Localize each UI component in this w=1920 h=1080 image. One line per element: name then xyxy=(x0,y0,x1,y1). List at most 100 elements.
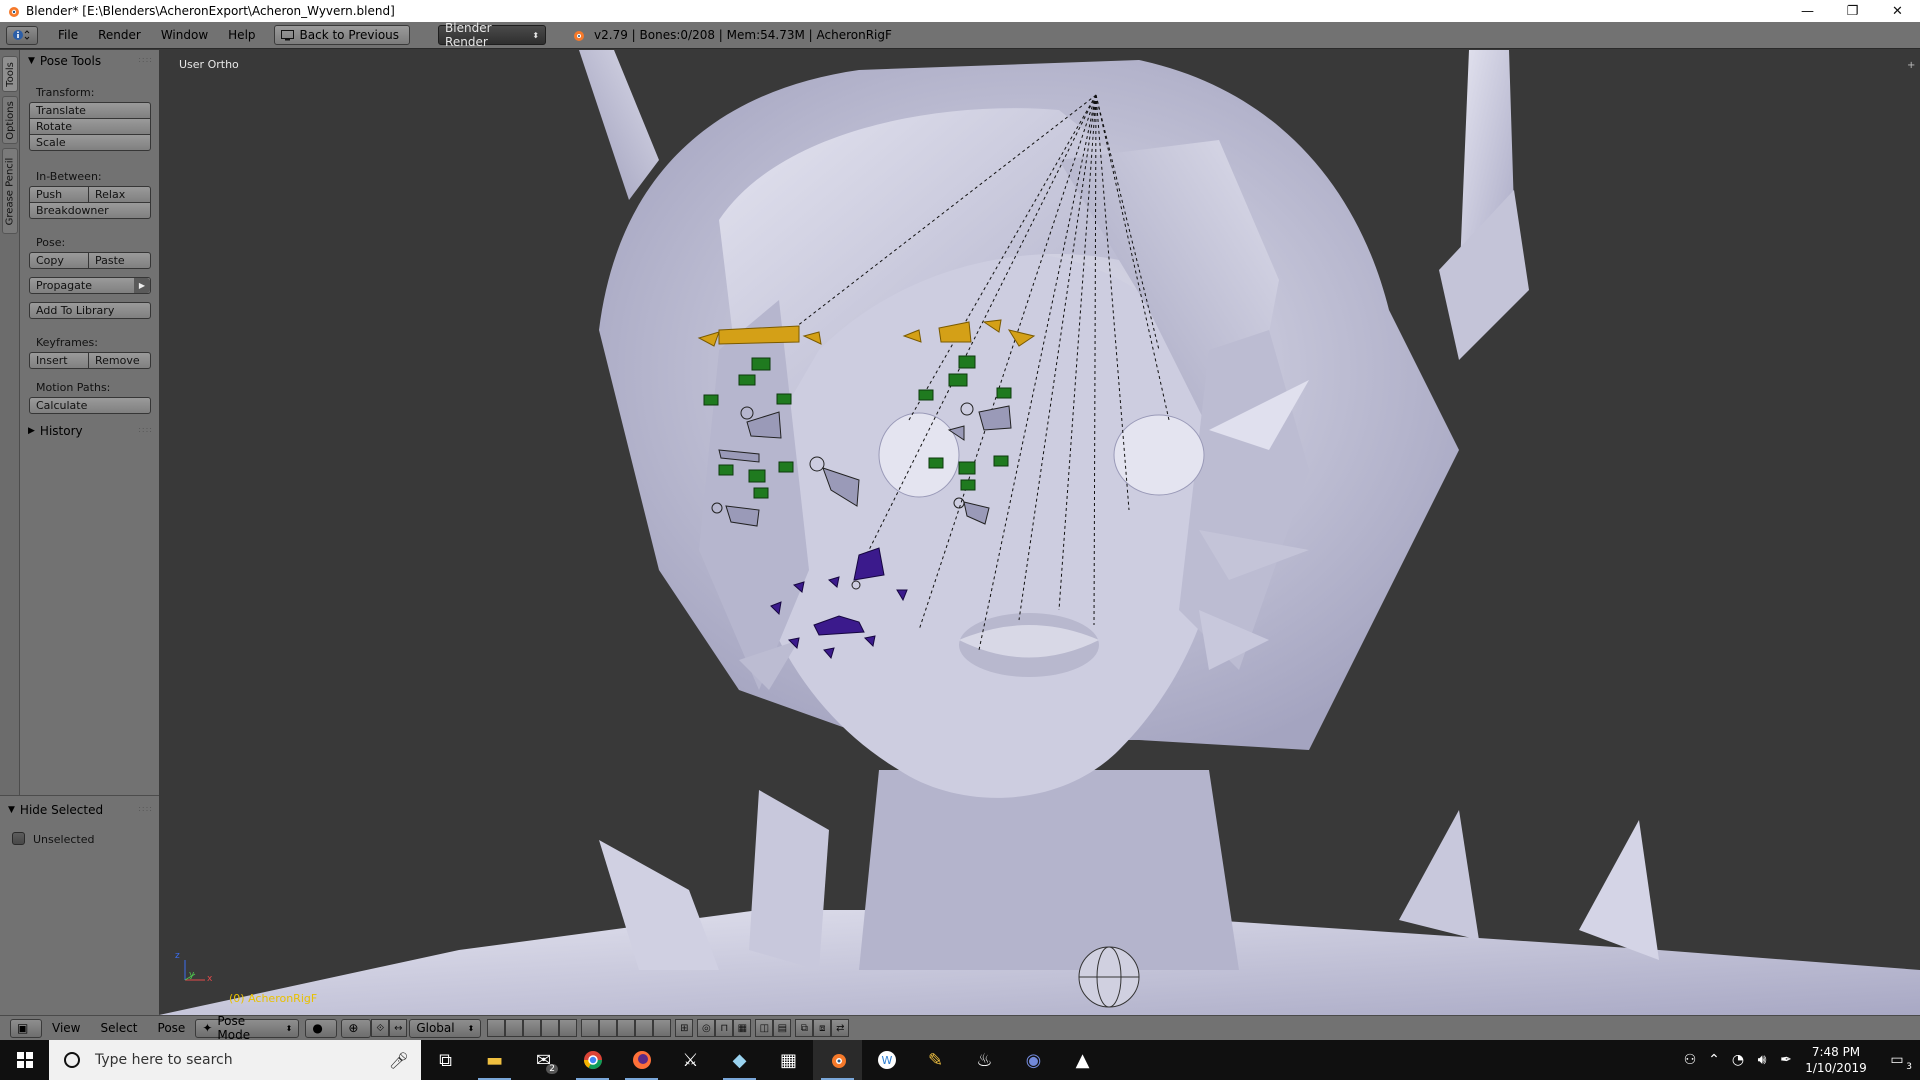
taskbar-search-box[interactable]: Type here to search 🎤︎ xyxy=(49,1040,421,1080)
view-name-label: User Ortho xyxy=(179,58,239,71)
tab-options[interactable]: Options xyxy=(2,96,18,144)
propagate-menu-icon[interactable]: ▶ xyxy=(134,278,150,293)
layer-buttons xyxy=(487,1019,672,1037)
task-view-icon[interactable]: ⧉ xyxy=(421,1040,470,1080)
hide-selected-header[interactable]: ▼ Hide Selected :::: xyxy=(0,800,159,820)
maximize-button[interactable]: ❐ xyxy=(1830,0,1875,22)
breakdowner-button[interactable]: Breakdowner xyxy=(29,202,151,219)
pose-paste-icon[interactable]: ⧈ xyxy=(813,1019,832,1037)
discord-icon[interactable]: ◉ xyxy=(1009,1040,1058,1080)
network-icon[interactable]: ◔ xyxy=(1726,1040,1750,1080)
layer-button[interactable] xyxy=(559,1019,578,1037)
layer-button[interactable] xyxy=(541,1019,560,1037)
show-hidden-icons-icon[interactable]: ⌃ xyxy=(1702,1040,1726,1080)
chrome-icon[interactable] xyxy=(568,1040,617,1080)
rotate-button[interactable]: Rotate xyxy=(29,118,151,135)
layer-button[interactable] xyxy=(505,1019,524,1037)
photos-icon[interactable]: ▲ xyxy=(1058,1040,1107,1080)
clock[interactable]: 7:48 PM 1/10/2019 xyxy=(1798,1044,1874,1076)
add-to-library-button[interactable]: Add To Library xyxy=(29,302,151,319)
blender-taskbar-icon[interactable] xyxy=(813,1040,862,1080)
menu-window[interactable]: Window xyxy=(151,28,218,42)
panel-grip-icon[interactable]: :::: xyxy=(138,425,153,434)
snap-element-icon[interactable]: ▦ xyxy=(733,1019,752,1037)
mail-icon[interactable]: ✉ 2 xyxy=(519,1040,568,1080)
paint-tool-icon[interactable]: ✎ xyxy=(911,1040,960,1080)
file-explorer-icon[interactable]: ▬ xyxy=(470,1040,519,1080)
relax-button[interactable]: Relax xyxy=(88,186,151,203)
menu-file[interactable]: File xyxy=(48,28,88,42)
pose-tools-title: Pose Tools xyxy=(39,54,102,68)
transform-manipulator-icon[interactable]: ↔ xyxy=(389,1019,408,1037)
lock-camera-icon[interactable]: ⊞ xyxy=(675,1019,694,1037)
editor-type-dropdown[interactable]: ▣ xyxy=(10,1018,42,1038)
transform-orientation-dropdown[interactable]: Global ⬍ xyxy=(409,1018,482,1038)
render-preview-icon[interactable]: ◫ xyxy=(755,1019,774,1037)
game-app-icon[interactable]: ⚔ xyxy=(666,1040,715,1080)
history-panel-header[interactable]: ▶ History :::: xyxy=(20,421,159,441)
microphone-icon[interactable]: 🎤︎ xyxy=(389,1051,409,1070)
back-to-previous-button[interactable]: Back to Previous xyxy=(273,25,411,45)
render-animation-icon[interactable]: ▤ xyxy=(773,1019,792,1037)
menu-pose[interactable]: Pose xyxy=(158,1021,186,1035)
system-tray: ⚇ ⌃ ◔ 🔊︎ ✒ 7:48 PM 1/10/2019 ▭ 3 xyxy=(1678,1040,1920,1080)
editor-type-button[interactable] xyxy=(6,25,38,45)
push-button[interactable]: Push xyxy=(29,186,89,203)
proportional-edit-icon[interactable]: ◎ xyxy=(697,1019,716,1037)
layer-button[interactable] xyxy=(581,1019,600,1037)
3d-viewport[interactable]: User Ortho z y x (0) AcheronRigF + xyxy=(159,50,1920,1015)
panel-grip-icon[interactable]: :::: xyxy=(138,55,153,64)
start-button[interactable] xyxy=(0,1040,49,1080)
steam-icon[interactable]: ♨ xyxy=(960,1040,1009,1080)
firefox-icon[interactable] xyxy=(617,1040,666,1080)
layer-button[interactable] xyxy=(617,1019,636,1037)
wacom-icon[interactable]: W xyxy=(862,1040,911,1080)
blender-small-icon xyxy=(574,31,585,41)
sketch-app-icon[interactable]: ◆ xyxy=(715,1040,764,1080)
layer-button[interactable] xyxy=(635,1019,654,1037)
scale-button[interactable]: Scale xyxy=(29,134,151,151)
cortana-circle-icon xyxy=(64,1052,80,1068)
pivot-point-dropdown[interactable]: ⊕ xyxy=(341,1018,372,1038)
tab-grease-pencil[interactable]: Grease Pencil xyxy=(2,148,18,234)
remove-keyframe-button[interactable]: Remove xyxy=(88,352,151,369)
render-engine-dropdown[interactable]: Blender Render ⬍ xyxy=(438,21,547,49)
menu-render[interactable]: Render xyxy=(88,28,151,42)
calculator-icon[interactable]: ▦ xyxy=(764,1040,813,1080)
info-header: File Render Window Help Back to Previous… xyxy=(0,21,1920,49)
pose-tools-panel-header[interactable]: ▼ Pose Tools :::: xyxy=(20,51,159,71)
panel-grip-icon[interactable]: :::: xyxy=(138,804,153,813)
mode-dropdown[interactable]: ✦ Pose Mode ⬍ xyxy=(195,1014,300,1042)
layer-button[interactable] xyxy=(599,1019,618,1037)
translate-button[interactable]: Translate xyxy=(29,102,151,119)
layer-button[interactable] xyxy=(487,1019,506,1037)
tab-tools[interactable]: Tools xyxy=(2,56,18,92)
pose-copy-icon[interactable]: ⧉ xyxy=(795,1019,814,1037)
copy-button[interactable]: Copy xyxy=(29,252,89,269)
menu-view[interactable]: View xyxy=(52,1021,80,1035)
viewport-shading-dropdown[interactable]: ● xyxy=(305,1018,338,1038)
manipulator-toggle-icon[interactable]: ⟐ xyxy=(371,1019,390,1037)
tab-grease-pencil-label: Grease Pencil xyxy=(4,157,16,225)
calculate-button[interactable]: Calculate xyxy=(29,397,151,414)
layer-button[interactable] xyxy=(653,1019,672,1037)
tool-shelf-tabs: Tools Options Grease Pencil xyxy=(0,50,20,795)
pose-paste-flipped-icon[interactable]: ⇄ xyxy=(831,1019,850,1037)
volume-icon[interactable]: 🔊︎ xyxy=(1750,1040,1774,1080)
insert-keyframe-button[interactable]: Insert xyxy=(29,352,89,369)
pen-icon[interactable]: ✒ xyxy=(1774,1040,1798,1080)
minimize-button[interactable]: — xyxy=(1785,0,1830,22)
menu-select[interactable]: Select xyxy=(100,1021,137,1035)
action-center-icon[interactable]: ▭ 3 xyxy=(1874,1040,1920,1080)
layer-button[interactable] xyxy=(523,1019,542,1037)
paste-button[interactable]: Paste xyxy=(88,252,151,269)
hide-selected-title: Hide Selected xyxy=(19,803,104,817)
menu-help[interactable]: Help xyxy=(218,28,265,42)
expand-arrow-icon: ▶ xyxy=(28,426,35,436)
unselected-checkbox[interactable] xyxy=(12,832,25,845)
snap-icon[interactable]: ⊓ xyxy=(715,1019,734,1037)
viewport-properties-toggle-icon[interactable]: + xyxy=(1907,60,1915,71)
people-icon[interactable]: ⚇ xyxy=(1678,1040,1702,1080)
close-button[interactable]: ✕ xyxy=(1875,0,1920,22)
propagate-button[interactable]: Propagate ▶ xyxy=(29,277,151,294)
